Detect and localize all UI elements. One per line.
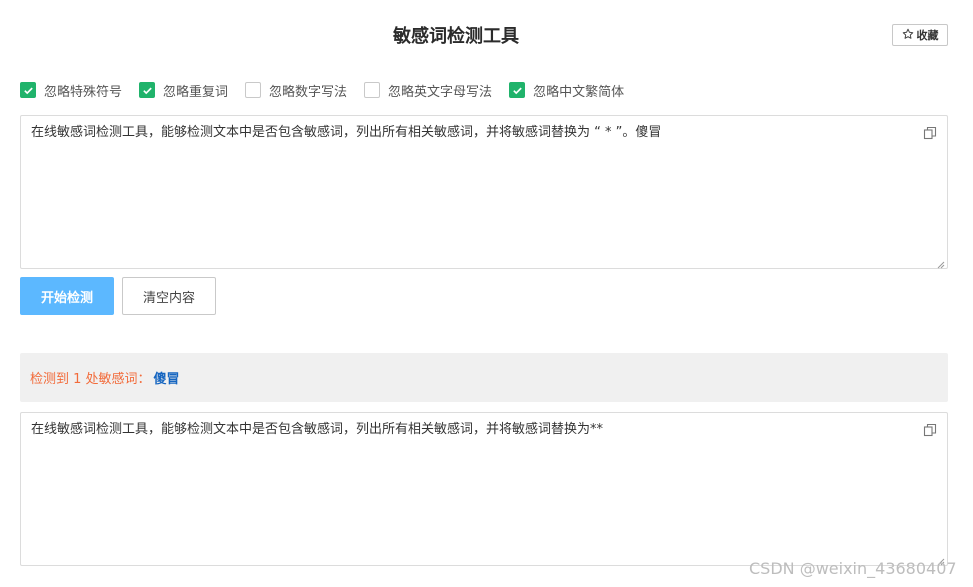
checkbox-ignore-traditional-simplified[interactable]: [509, 82, 526, 98]
option-ignore-repeated-words[interactable]: 忽略重复词: [139, 81, 228, 100]
options-row: 忽略特殊符号 忽略重复词 忽略数字写法 忽略英文字母写法 忽略中文繁简体: [20, 80, 641, 100]
check-icon: [512, 87, 522, 94]
result-summary: 检测到 1 处敏感词： 傻冒: [20, 353, 948, 402]
output-textarea[interactable]: 在线敏感词检测工具，能够检测文本中是否包含敏感词，列出所有相关敏感词，并将敏感词…: [20, 412, 948, 566]
star-outline-icon: [902, 28, 914, 43]
input-text: 在线敏感词检测工具，能够检测文本中是否包含敏感词，列出所有相关敏感词，并将敏感词…: [31, 125, 662, 140]
option-label: 忽略特殊符号: [44, 84, 123, 100]
favorite-label: 收藏: [916, 30, 939, 42]
copy-icon[interactable]: [923, 126, 937, 140]
output-text: 在线敏感词检测工具，能够检测文本中是否包含敏感词，列出所有相关敏感词，并将敏感词…: [31, 422, 604, 437]
start-check-button[interactable]: 开始检测: [20, 277, 114, 315]
sensitive-word: 傻冒: [153, 372, 180, 387]
option-ignore-number-forms[interactable]: 忽略数字写法: [245, 81, 347, 100]
check-icon: [142, 87, 152, 94]
check-icon: [23, 87, 33, 94]
checkbox-ignore-letter-forms[interactable]: [364, 82, 381, 98]
checkbox-ignore-special-symbols[interactable]: [20, 82, 36, 98]
option-ignore-traditional-simplified[interactable]: 忽略中文繁简体: [509, 81, 624, 100]
input-textarea[interactable]: 在线敏感词检测工具，能够检测文本中是否包含敏感词，列出所有相关敏感词，并将敏感词…: [20, 115, 948, 269]
option-ignore-letter-forms[interactable]: 忽略英文字母写法: [364, 81, 492, 100]
copy-icon[interactable]: [923, 423, 937, 437]
result-prefix: 检测到 1 处敏感词：: [30, 372, 151, 387]
page-title: 敏感词检测工具: [393, 26, 519, 47]
checkbox-ignore-number-forms[interactable]: [245, 82, 262, 98]
watermark: CSDN @weixin_43680407: [749, 559, 957, 578]
option-label: 忽略中文繁简体: [533, 84, 625, 100]
checkbox-ignore-repeated-words[interactable]: [139, 82, 156, 98]
option-label: 忽略数字写法: [269, 84, 348, 100]
option-ignore-special-symbols[interactable]: 忽略特殊符号: [20, 81, 122, 100]
option-label: 忽略重复词: [163, 84, 229, 100]
resize-handle[interactable]: [937, 258, 945, 269]
favorite-button[interactable]: 收藏: [892, 24, 948, 46]
option-label: 忽略英文字母写法: [388, 84, 493, 100]
clear-content-button[interactable]: 清空内容: [122, 277, 216, 315]
